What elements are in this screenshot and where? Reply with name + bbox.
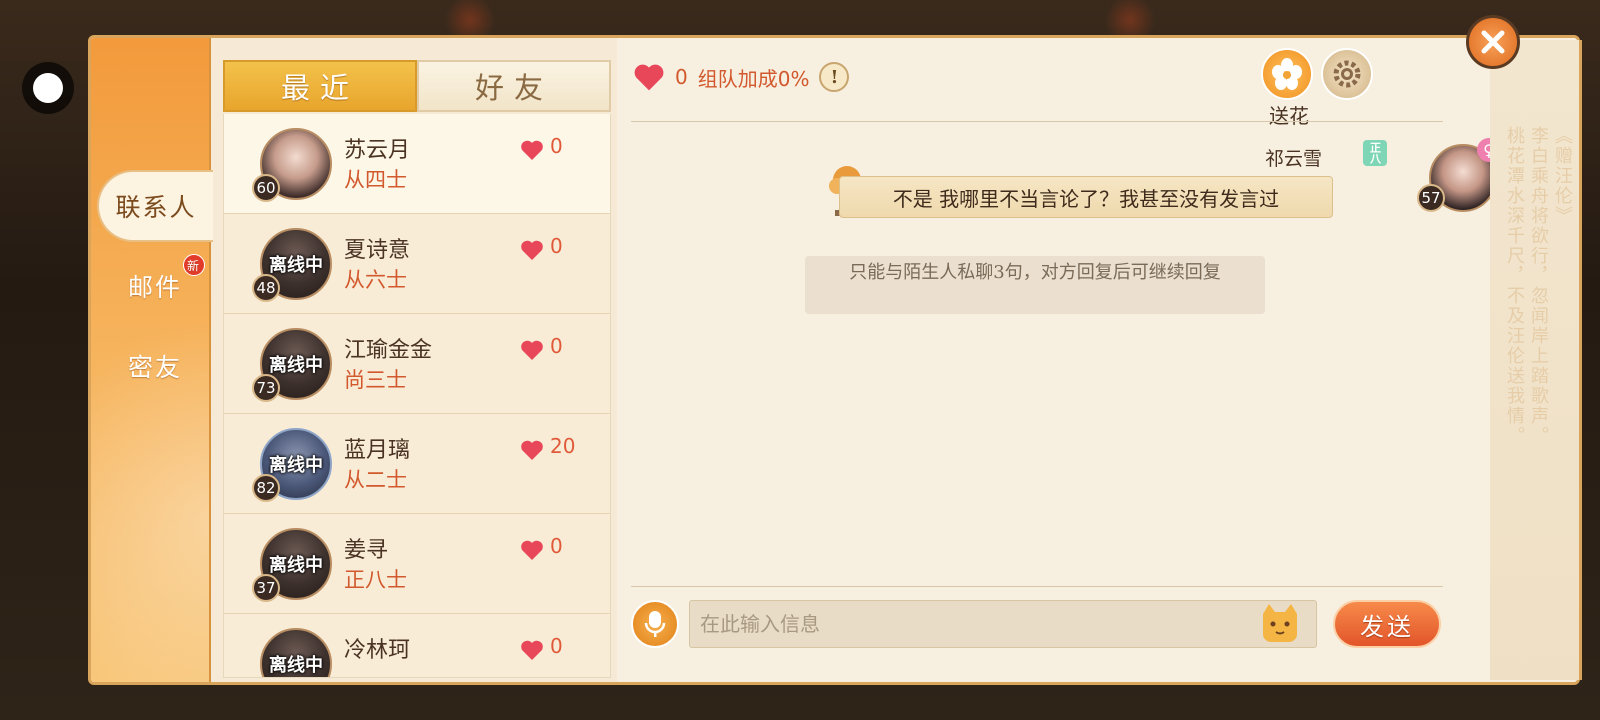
send-flower-label: 送花	[1269, 104, 1309, 128]
chat-area: 0 组队加成0% ! 送花 祁云雪 正八 不是 我哪里不当言论了？我甚至没有发言…	[617, 38, 1577, 682]
intimacy-count: 0	[550, 134, 563, 158]
intimacy-count: 0	[550, 334, 563, 358]
new-badge: 新	[183, 254, 205, 276]
flower-icon	[1272, 58, 1302, 90]
poem: 《赠汪伦》 李白乘舟将欲行，忽闻岸上踏歌声。 桃花潭水深千尺，不及汪伦送我情。	[1502, 126, 1573, 546]
contact-list-panel: 最近 好友 60 苏云月 从四士 0 离线中 48 夏诗意 从六士 0 离线中 …	[223, 60, 611, 678]
send-flower-button[interactable]	[1261, 48, 1313, 100]
lantern-decoration	[440, 0, 500, 40]
intimacy-count: 0	[675, 65, 688, 89]
intimacy-count: 0	[550, 534, 563, 558]
poem-line: 桃花潭水深千尺，不及汪伦送我情。	[1504, 126, 1525, 446]
info-icon[interactable]: !	[819, 62, 850, 92]
contact-rank: 从六士	[344, 268, 407, 292]
tab-friends[interactable]: 好友	[417, 60, 611, 112]
heart-icon	[521, 340, 543, 360]
offline-label: 离线中	[269, 355, 323, 376]
contact-row[interactable]: 60 苏云月 从四士 0	[224, 114, 610, 214]
lantern-decoration	[1100, 0, 1160, 40]
contact-name: 江瑜金金	[344, 338, 433, 363]
sender-name: 祁云雪	[1265, 148, 1323, 170]
message-input[interactable]	[689, 600, 1317, 648]
close-button[interactable]	[1466, 15, 1520, 69]
offline-label: 离线中	[269, 455, 323, 476]
heart-icon	[521, 240, 543, 260]
contact-rank: 正八士	[344, 568, 407, 592]
offline-label: 离线中	[269, 255, 323, 276]
contact-list: 60 苏云月 从四士 0 离线中 48 夏诗意 从六士 0 离线中 73 江瑜金…	[223, 114, 611, 678]
team-bonus-text: 组队加成0%	[697, 66, 810, 91]
contact-level: 48	[252, 274, 280, 302]
contact-name: 夏诗意	[344, 238, 411, 263]
close-icon	[1481, 30, 1505, 54]
sidebar: 联系人 邮件 新 密友	[91, 38, 213, 682]
heart-icon	[521, 640, 543, 660]
chat-message-bubble: 不是 我哪里不当言论了？我甚至没有发言过	[839, 176, 1333, 218]
list-tabs: 最近 好友	[223, 60, 611, 112]
sidebar-tab-mail[interactable]: 邮件 新	[97, 250, 213, 322]
contact-level: 60	[252, 174, 280, 202]
contact-level: 73	[252, 374, 280, 402]
settings-button[interactable]	[1321, 48, 1373, 100]
contact-name: 苏云月	[344, 138, 411, 163]
heart-icon	[521, 140, 543, 160]
contact-row[interactable]: 离线中 82 蓝月璃 从二士 20	[224, 414, 610, 514]
contact-rank: 从四士	[344, 168, 407, 192]
divider	[631, 121, 1443, 122]
sidebar-tab-label: 密友	[127, 353, 182, 382]
intimacy-count: 20	[550, 434, 576, 458]
contact-level: 37	[252, 574, 280, 602]
send-button[interactable]: 发送	[1333, 600, 1441, 648]
contact-name: 姜寻	[344, 538, 389, 563]
contact-row[interactable]: 离线中 37 姜寻 正八士 0	[224, 514, 610, 614]
gear-icon	[1333, 60, 1361, 88]
social-panel: 联系人 邮件 新 密友 最近 好友 60 苏云月 从四士 0 离线中 48 夏诗…	[88, 35, 1580, 685]
poem-line: 李白乘舟将欲行，忽闻岸上踏歌声。	[1528, 126, 1549, 446]
contact-row[interactable]: 离线中 冷林珂 0	[224, 614, 610, 677]
emoji-cat-icon[interactable]	[1257, 602, 1303, 646]
sidebar-tab-contacts[interactable]: 联系人	[97, 170, 213, 242]
divider	[631, 586, 1443, 587]
sidebar-tab-label: 邮件	[127, 273, 182, 302]
rank-tag: 正八	[1363, 140, 1387, 166]
heart-icon	[634, 64, 664, 91]
contact-avatar[interactable]: 离线中	[260, 628, 332, 677]
contact-name: 冷林珂	[344, 638, 411, 663]
contact-rank: 从二士	[344, 468, 407, 492]
offline-label: 离线中	[269, 555, 323, 576]
floating-home-button[interactable]	[22, 62, 74, 114]
contact-rank: 尚三士	[344, 368, 407, 392]
heart-icon	[521, 540, 543, 560]
system-note: 只能与陌生人私聊3句，对方回复后可继续回复	[805, 256, 1265, 314]
voice-button[interactable]	[631, 600, 679, 648]
tab-recent[interactable]: 最近	[223, 60, 417, 112]
chat-message-text: 不是 我哪里不当言论了？我甚至没有发言过	[892, 186, 1280, 211]
offline-label: 离线中	[269, 655, 323, 676]
intimacy-count: 0	[550, 234, 563, 258]
sidebar-tab-label: 联系人	[115, 193, 197, 222]
contact-level: 82	[252, 474, 280, 502]
intimacy-bar: 0 组队加成0% !	[633, 58, 893, 96]
sidebar-tab-close-friends[interactable]: 密友	[97, 330, 213, 402]
poem-title: 《赠汪伦》	[1552, 126, 1573, 226]
intimacy-count: 0	[550, 634, 563, 658]
sender-level: 57	[1417, 184, 1445, 212]
contact-name: 蓝月璃	[344, 438, 411, 463]
microphone-icon	[644, 611, 666, 637]
heart-icon	[521, 440, 543, 460]
contact-row[interactable]: 离线中 73 江瑜金金 尚三士 0	[224, 314, 610, 414]
contact-row[interactable]: 离线中 48 夏诗意 从六士 0	[224, 214, 610, 314]
poem-decoration: 《赠汪伦》 李白乘舟将欲行，忽闻岸上踏歌声。 桃花潭水深千尺，不及汪伦送我情。	[1490, 40, 1582, 680]
